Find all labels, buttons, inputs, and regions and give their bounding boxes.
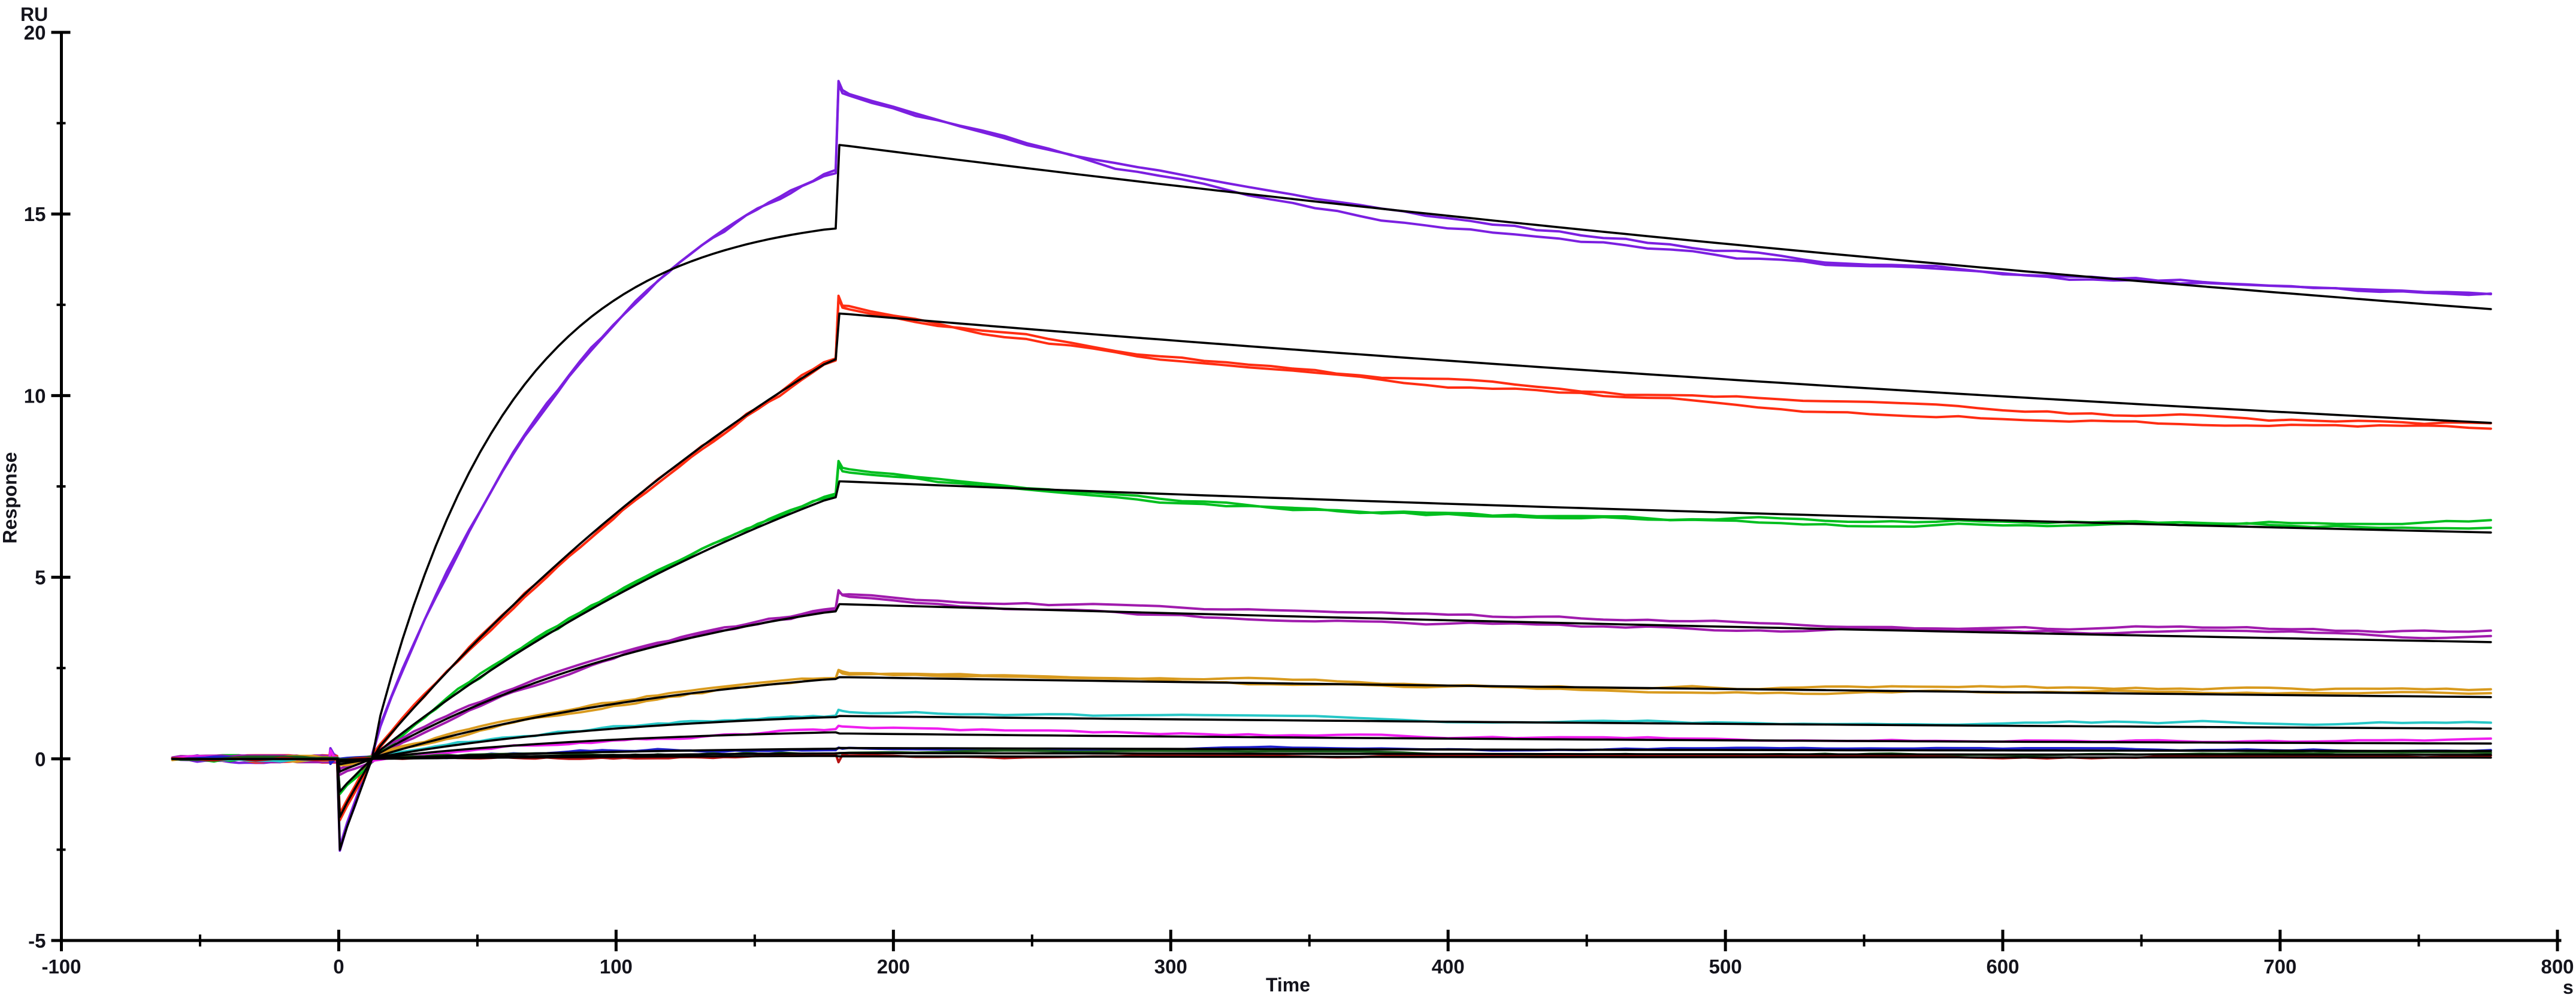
x-tick-label: 300 — [1154, 955, 1187, 978]
y-tick-label: -5 — [28, 930, 46, 952]
x-tick-label: 400 — [1432, 955, 1465, 978]
x-tick-label: -100 — [41, 955, 81, 978]
y-tick-label: 10 — [24, 385, 46, 407]
x-tick-label: 0 — [333, 955, 344, 978]
y-tick-label: 15 — [24, 203, 46, 225]
plot-canvas: -505101520-1000100200300400500600700800 — [0, 0, 2576, 1001]
trace-fit-1 — [173, 145, 2491, 849]
x-tick-label: 600 — [1987, 955, 2019, 978]
y-tick-label: 0 — [35, 748, 46, 770]
x-tick-label: 200 — [877, 955, 910, 978]
x-tick-label: 500 — [1709, 955, 1742, 978]
y-tick-label: 5 — [35, 567, 46, 589]
x-axis-title: Time — [1243, 974, 1333, 996]
y-axis-title: Response — [0, 454, 22, 544]
x-tick-label: 700 — [2264, 955, 2297, 978]
trace-conc-1-rep2 — [173, 81, 2491, 846]
spr-sensorgram-chart: -505101520-1000100200300400500600700800 … — [0, 0, 2576, 1001]
x-tick-label: 100 — [600, 955, 633, 978]
x-axis-unit-label: s — [2563, 976, 2574, 999]
y-axis-unit-label: RU — [20, 4, 48, 26]
x-tick-label: 800 — [2541, 955, 2574, 978]
